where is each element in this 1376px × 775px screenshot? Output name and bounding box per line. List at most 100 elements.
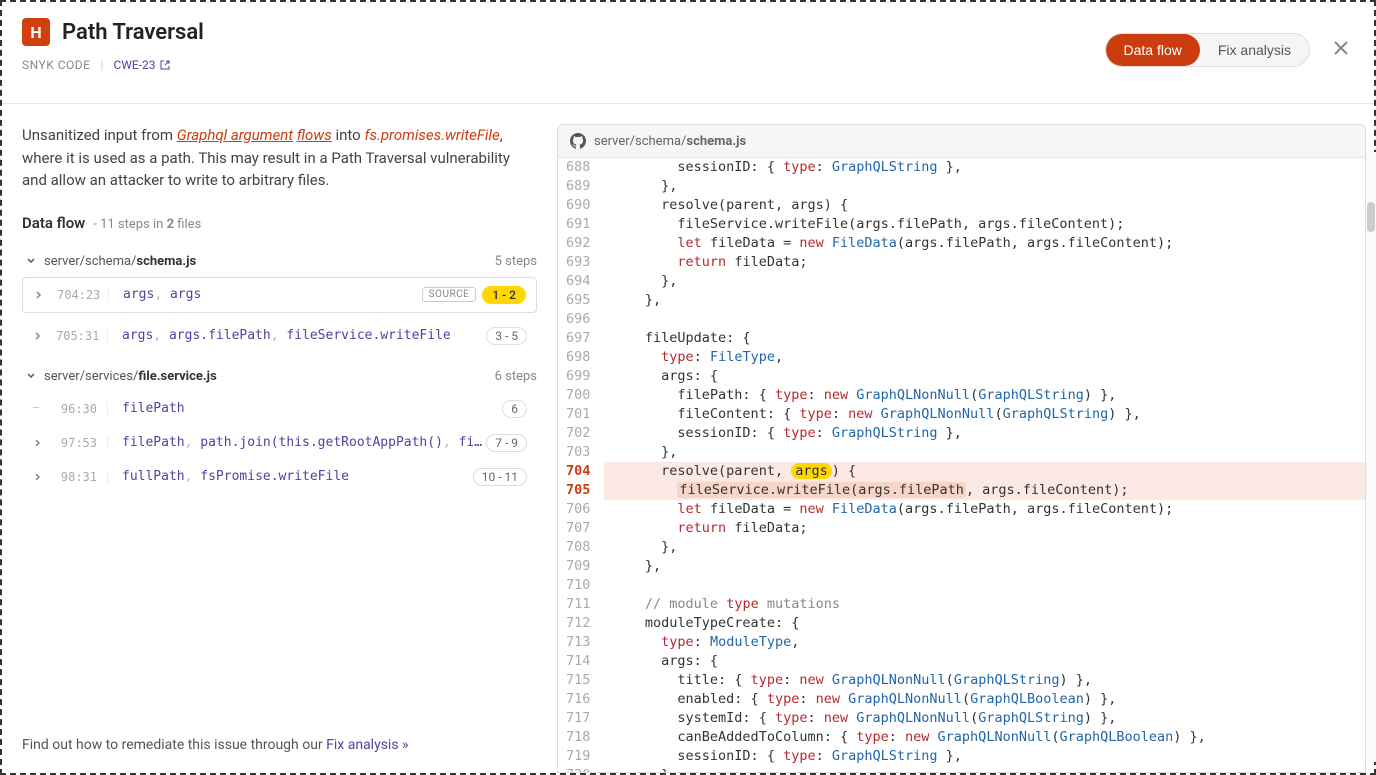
right-panel: server/schema/schema.js 6886896906916926… xyxy=(557,104,1374,773)
dataflow-sub: - 11 steps in 2 files xyxy=(93,217,201,232)
code-line: resolve(parent, args) { xyxy=(604,196,1365,215)
step-tokens: args, args.filePath, fileService.writeFi… xyxy=(122,328,486,343)
code-line: args: { xyxy=(604,367,1365,386)
meta-divider: | xyxy=(101,58,104,72)
code-line: type: ModuleType, xyxy=(604,633,1365,652)
close-icon xyxy=(1332,39,1350,57)
file-header[interactable]: server/schema/schema.js5 steps xyxy=(22,246,537,277)
step-location: 97:53 xyxy=(56,436,108,450)
code-line: }, xyxy=(604,766,1365,772)
code-line: moduleTypeCreate: { xyxy=(604,614,1365,633)
cwe-link[interactable]: CWE-23 xyxy=(113,58,169,72)
page-title: Path Traversal xyxy=(62,20,204,45)
code-line: let fileData = new FileData(args.filePat… xyxy=(604,500,1365,519)
file-group: server/schema/schema.js5 steps 704:23 args… xyxy=(22,246,537,353)
header-right: Data flow Fix analysis xyxy=(1105,18,1355,68)
code-line: }, xyxy=(604,443,1365,462)
file-group: server/services/file.service.js6 steps–9… xyxy=(22,361,537,494)
graphql-arg-link[interactable]: Graphql argument xyxy=(177,126,293,144)
desc-prefix: Unsanitized input from xyxy=(22,126,177,144)
view-toggle: Data flow Fix analysis xyxy=(1105,33,1311,67)
cwe-text: CWE-23 xyxy=(113,58,155,72)
fix-analysis-link[interactable]: Fix analysis » xyxy=(326,737,408,753)
remediation-footer: Find out how to remediate this issue thr… xyxy=(22,717,537,753)
flows-link[interactable]: flows xyxy=(297,126,332,144)
code-line: // module type mutations xyxy=(604,595,1365,614)
scrollbar-track[interactable] xyxy=(1366,152,1376,762)
dataflow-step[interactable]: 705:31 args, args.filePath, fileService.w… xyxy=(22,319,537,353)
dataflow-header: Data flow - 11 steps in 2 files xyxy=(22,214,537,232)
header: H Path Traversal SNYK CODE | CWE-23 Data… xyxy=(2,2,1374,104)
step-range-badge: 7 - 9 xyxy=(486,434,527,452)
issue-description: Unsanitized input from Graphql argument … xyxy=(22,124,537,192)
code-line: sessionID: { type: GraphQLString }, xyxy=(604,158,1365,177)
code-line: return fileData; xyxy=(604,253,1365,272)
file-path: server/services/file.service.js xyxy=(44,369,217,384)
title-row: H Path Traversal xyxy=(22,18,204,46)
sub-prefix: - 11 steps in xyxy=(93,217,166,232)
desc-mid: into xyxy=(332,126,365,144)
steps-count: 5 steps xyxy=(495,254,537,269)
code-line: resolve(parent, args) { xyxy=(604,462,1365,481)
code-line: sessionID: { type: GraphQLString }, xyxy=(604,424,1365,443)
code-panel: server/schema/schema.js 6886896906916926… xyxy=(557,124,1366,773)
dataflow-step[interactable]: 97:53 filePath, path.join(this.getRootApp… xyxy=(22,426,537,460)
product-label: SNYK CODE xyxy=(22,58,91,72)
file-count: 2 xyxy=(167,217,174,232)
code-line: let fileData = new FileData(args.filePat… xyxy=(604,234,1365,253)
code-line: args: { xyxy=(604,652,1365,671)
code-file-header[interactable]: server/schema/schema.js xyxy=(558,125,1365,158)
external-link-icon xyxy=(160,60,170,70)
github-icon xyxy=(570,133,586,149)
code-line: }, xyxy=(604,291,1365,310)
code-line xyxy=(604,310,1365,329)
code-line: systemId: { type: new GraphQLNonNull(Gra… xyxy=(604,709,1365,728)
code-file-path: server/schema/schema.js xyxy=(594,134,746,149)
code-line: }, xyxy=(604,557,1365,576)
step-location: 705:31 xyxy=(56,329,108,343)
code-line: type: FileType, xyxy=(604,348,1365,367)
footer-text: Find out how to remediate this issue thr… xyxy=(22,737,326,753)
dataflow-step[interactable]: –96:30filePath6 xyxy=(22,392,537,426)
fix-analysis-tab[interactable]: Fix analysis xyxy=(1200,34,1309,66)
code-gutter: 6886896906916926936946956966976986997007… xyxy=(558,158,604,772)
meta-row: SNYK CODE | CWE-23 xyxy=(22,58,204,72)
dataflow-step[interactable]: 704:23 args, argsSOURCE 1 - 2 xyxy=(22,277,537,313)
code-line: }, xyxy=(604,177,1365,196)
code-line xyxy=(604,576,1365,595)
step-location: 98:31 xyxy=(56,470,108,484)
code-line: title: { type: new GraphQLNonNull(GraphQ… xyxy=(604,671,1365,690)
file-header[interactable]: server/services/file.service.js6 steps xyxy=(22,361,537,392)
source-badge: SOURCE xyxy=(422,287,477,302)
code-line: return fileData; xyxy=(604,519,1365,538)
dataflow-tab[interactable]: Data flow xyxy=(1106,34,1200,66)
step-location: 704:23 xyxy=(57,288,109,302)
dataflow-step[interactable]: 98:31fullPath, fsPromise.writeFile10 - 1… xyxy=(22,460,537,494)
step-location: 96:30 xyxy=(56,402,108,416)
body: Unsanitized input from Graphql argument … xyxy=(2,104,1374,773)
left-panel: Unsanitized input from Graphql argument … xyxy=(2,104,557,773)
step-range-badge: 6 xyxy=(502,400,527,418)
code-line: canBeAddedToColumn: { type: new GraphQLN… xyxy=(604,728,1365,747)
file-groups: server/schema/schema.js5 steps 704:23 args… xyxy=(22,246,537,502)
code-line: enabled: { type: new GraphQLNonNull(Grap… xyxy=(604,690,1365,709)
sub-suffix: files xyxy=(174,217,201,232)
close-button[interactable] xyxy=(1328,32,1354,68)
chevron-right-icon xyxy=(32,472,44,482)
code-line: sessionID: { type: GraphQLString }, xyxy=(604,747,1365,766)
step-range-badge: 3 - 5 xyxy=(486,327,527,345)
desc-target: fs.promises.writeFile xyxy=(364,126,499,144)
scrollbar-thumb[interactable] xyxy=(1367,202,1375,232)
step-tokens: args, args xyxy=(123,287,422,302)
code-line: filePath: { type: new GraphQLNonNull(Gra… xyxy=(604,386,1365,405)
logo-letter: H xyxy=(30,23,41,42)
code-line: fileService.writeFile(args.filePath, arg… xyxy=(604,481,1365,500)
chevron-right-icon xyxy=(33,290,45,300)
code-line: fileUpdate: { xyxy=(604,329,1365,348)
code-body[interactable]: 6886896906916926936946956966976986997007… xyxy=(558,158,1365,772)
step-badge: 1 - 2 xyxy=(482,286,526,304)
code-line: fileService.writeFile(args.filePath, arg… xyxy=(604,215,1365,234)
step-tokens: filePath, path.join(this.getRootAppPath(… xyxy=(122,435,486,450)
step-tokens: filePath xyxy=(122,401,502,416)
code-line: }, xyxy=(604,272,1365,291)
